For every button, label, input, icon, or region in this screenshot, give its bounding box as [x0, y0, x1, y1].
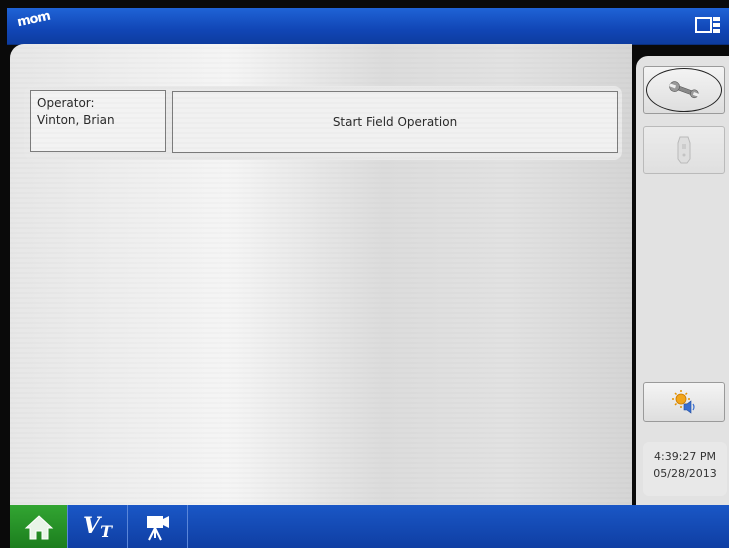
operations-panel: Operator: Vinton, Brian Start Field Oper… — [24, 86, 622, 160]
vt-icon: VT — [83, 512, 112, 541]
device-button[interactable] — [643, 126, 725, 174]
clock-time: 4:39:27 PM — [653, 450, 717, 463]
tab-camera[interactable] — [128, 505, 188, 548]
tab-virtual-terminal[interactable]: VT — [68, 505, 128, 548]
operator-name: Vinton, Brian — [37, 113, 115, 127]
sun-speaker-icon — [672, 390, 695, 414]
right-sidebar: 4:39:27 PM 05/28/2013 — [636, 56, 729, 505]
tab-home[interactable] — [10, 505, 68, 548]
display-setup-button[interactable] — [643, 382, 725, 422]
camera-icon — [146, 515, 169, 540]
brand-logo: mom — [15, 8, 52, 31]
tools-button[interactable] — [643, 66, 725, 114]
bottom-nav-bar: VT — [10, 505, 729, 548]
home-icon — [24, 514, 53, 539]
handheld-device-icon — [677, 136, 691, 164]
clock-display: 4:39:27 PM 05/28/2013 — [643, 442, 727, 496]
clock-date: 05/28/2013 — [653, 467, 717, 480]
display-layout-icon[interactable] — [695, 16, 721, 34]
start-field-operation-label: Start Field Operation — [332, 115, 458, 129]
highlight-circle — [646, 68, 722, 112]
main-panel: Operator: Vinton, Brian Start Field Oper… — [10, 44, 632, 505]
operator-button[interactable]: Operator: Vinton, Brian — [30, 90, 166, 152]
start-field-operation-button[interactable]: Start Field Operation — [172, 91, 618, 153]
operator-label: Operator: — [37, 96, 95, 110]
top-bar: mom — [7, 8, 729, 45]
